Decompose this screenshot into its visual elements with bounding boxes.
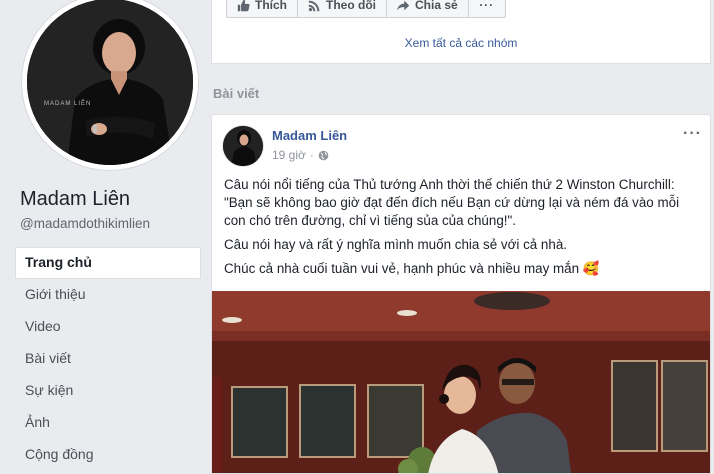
post-paragraph: Chúc cả nhà cuối tuần vui vẻ, hạnh phúc … — [224, 261, 600, 276]
rss-icon — [308, 0, 320, 11]
profile-photo-image — [27, 0, 193, 165]
photo-caption: MADAM LIÊN — [44, 101, 92, 107]
page-name[interactable]: Madam Liên — [20, 188, 130, 211]
share-button[interactable]: Chia sẻ — [386, 0, 469, 18]
post-meta: 19 giờ · — [272, 148, 329, 162]
like-button[interactable]: Thích — [226, 0, 298, 18]
post-photo[interactable] — [212, 291, 710, 473]
see-all-groups-link[interactable]: Xem tất cả các nhóm — [212, 36, 710, 50]
nav-item-posts[interactable]: Bài viết — [15, 343, 201, 375]
post-body: Câu nói nổi tiếng của Thủ tướng Anh thời… — [224, 176, 702, 284]
post-author-name[interactable]: Madam Liên — [272, 128, 347, 143]
thumbs-up-icon — [237, 0, 250, 11]
page-handle[interactable]: @madamdothikimlien — [20, 216, 150, 231]
share-arrow-icon — [397, 0, 410, 10]
post-card: Madam Liên 19 giờ · ··· Câu nói nổi tiến… — [211, 114, 711, 474]
post-paragraph: Câu nói hay và rất ý nghĩa mình muốn chi… — [224, 237, 567, 252]
share-label: Chia sẻ — [415, 0, 458, 12]
meta-separator: · — [309, 148, 314, 162]
posts-section-title: Bài viết — [213, 86, 260, 101]
nav-item-events[interactable]: Sự kiện — [15, 375, 201, 407]
profile-photo[interactable] — [27, 0, 193, 165]
post-author-avatar[interactable] — [223, 126, 263, 166]
like-label: Thích — [255, 0, 287, 12]
globe-icon[interactable] — [318, 150, 329, 161]
nav-item-video[interactable]: Video — [15, 311, 201, 343]
post-photo-image — [212, 291, 710, 473]
page-nav: Trang chủ Giới thiệu Video Bài viết Sự k… — [15, 247, 201, 471]
post-paragraph: Câu nói nổi tiếng của Thủ tướng Anh thời… — [224, 177, 680, 228]
post-options-icon[interactable]: ··· — [683, 125, 702, 143]
post-time[interactable]: 19 giờ — [272, 148, 306, 162]
nav-item-home[interactable]: Trang chủ — [15, 247, 201, 279]
author-avatar-image — [223, 126, 263, 166]
more-options-button[interactable]: ··· — [467, 0, 506, 18]
nav-item-photos[interactable]: Ảnh — [15, 407, 201, 439]
follow-label: Theo dõi — [326, 0, 376, 12]
action-bar: Thích Theo dõi Chia sẻ ··· — [226, 0, 506, 18]
nav-item-community[interactable]: Cộng đồng — [15, 439, 201, 471]
follow-button[interactable]: Theo dõi — [297, 0, 387, 18]
page-actions-card: Thích Theo dõi Chia sẻ ··· Xem tất cả cá… — [211, 0, 711, 64]
nav-item-about[interactable]: Giới thiệu — [15, 279, 201, 311]
